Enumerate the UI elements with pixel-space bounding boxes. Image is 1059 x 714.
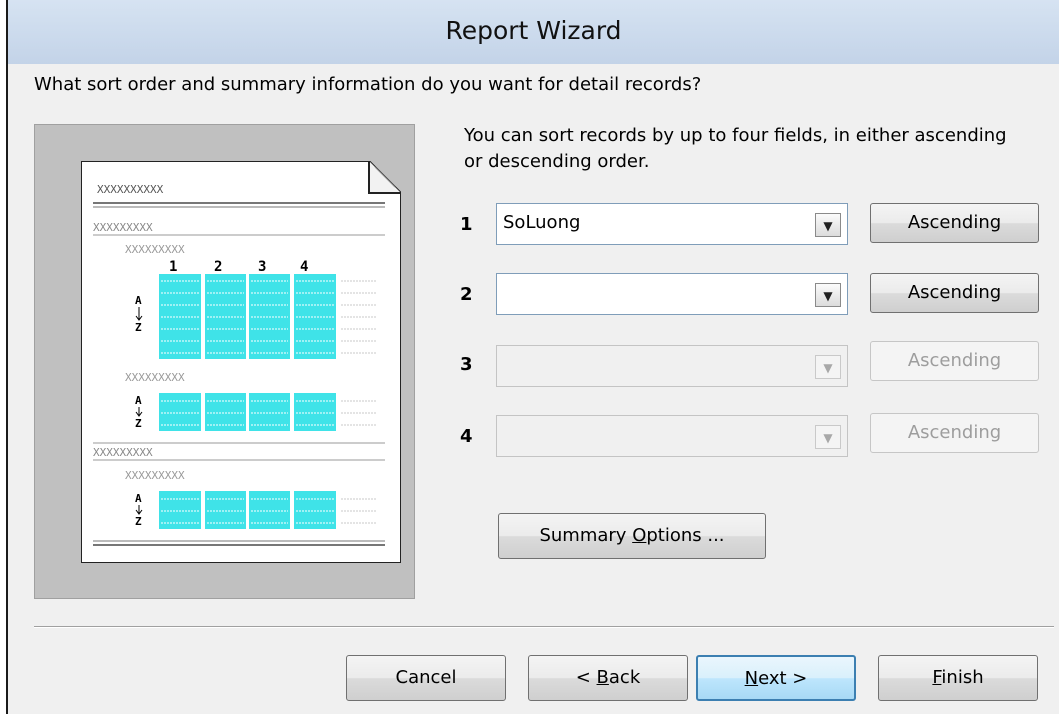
preview-subgroup-header-2: XXXXXXXXX <box>125 371 185 384</box>
sort-field-number-1: 1 <box>460 214 473 235</box>
sort-order-4-button[interactable]: Ascending <box>870 413 1039 453</box>
preview-sort-a-1: A <box>135 294 142 307</box>
sort-field-4-select[interactable]: ▼ <box>496 415 848 457</box>
preview-sort-a-2: A <box>135 394 142 407</box>
report-wizard-window: Report Wizard What sort order and summar… <box>6 0 1059 714</box>
chevron-down-icon[interactable]: ▼ <box>815 283 841 307</box>
back-mnemonic: B <box>596 667 609 688</box>
next-button[interactable]: Next > <box>696 655 856 701</box>
chevron-down-icon[interactable]: ▼ <box>815 213 841 237</box>
preview-sort-a-3: A <box>135 492 142 505</box>
sort-field-1-value: SoLuong <box>503 212 581 233</box>
chevron-down-icon[interactable]: ▼ <box>815 355 841 379</box>
sort-hint-text: You can sort records by up to four field… <box>464 125 1007 172</box>
footer-divider <box>34 626 1054 628</box>
summary-options-button[interactable]: Summary Options ... <box>498 513 766 559</box>
chevron-down-icon[interactable]: ▼ <box>815 425 841 449</box>
window-title: Report Wizard <box>445 16 622 45</box>
sort-order-1-button[interactable]: Ascending <box>870 203 1039 243</box>
report-preview-illustration: XXXXXXXXXX XXXXXXXXX XXXXXXXXX 1 2 3 4 A… <box>81 161 401 563</box>
sort-field-number-2: 2 <box>460 284 473 305</box>
preview-sort-z-2: Z <box>135 417 142 430</box>
preview-subgroup-header: XXXXXXXXX <box>125 243 185 256</box>
sort-field-2-select[interactable]: ▼ <box>496 273 848 315</box>
summary-options-label-pre: Summary <box>539 525 633 546</box>
sort-field-3-select[interactable]: ▼ <box>496 345 848 387</box>
back-label-post: ack <box>608 667 641 688</box>
cancel-button[interactable]: Cancel <box>346 655 506 701</box>
report-preview-panel: XXXXXXXXXX XXXXXXXXX XXXXXXXXX 1 2 3 4 A… <box>34 124 415 599</box>
preview-report-title: XXXXXXXXXX <box>97 183 164 196</box>
preview-sort-z-1: Z <box>135 321 142 334</box>
sort-field-1-select[interactable]: SoLuong ▼ <box>496 203 848 245</box>
summary-options-label-post: ptions ... <box>646 525 725 546</box>
preview-group-header: XXXXXXXXX <box>93 221 153 234</box>
wizard-question: What sort order and summary information … <box>34 74 702 95</box>
finish-label-post: inish <box>941 667 984 688</box>
sort-field-number-3: 3 <box>460 354 473 375</box>
next-mnemonic: N <box>744 668 759 689</box>
finish-button[interactable]: Finish <box>878 655 1038 701</box>
preview-subgroup-header-3: XXXXXXXXX <box>125 469 185 482</box>
preview-col-2: 2 <box>214 259 222 275</box>
next-label-post: ext > <box>758 668 808 689</box>
preview-group-header-2: XXXXXXXXX <box>93 446 153 459</box>
title-bar: Report Wizard <box>8 0 1059 64</box>
preview-sort-z-3: Z <box>135 515 142 528</box>
sort-field-number-4: 4 <box>460 426 473 447</box>
back-button[interactable]: < Back <box>528 655 688 701</box>
preview-col-3: 3 <box>258 259 266 275</box>
back-label-pre: < <box>575 667 597 688</box>
sort-order-2-button[interactable]: Ascending <box>870 273 1039 313</box>
preview-col-4: 4 <box>300 259 308 275</box>
summary-options-mnemonic: O <box>632 525 647 546</box>
sort-order-3-button[interactable]: Ascending <box>870 341 1039 381</box>
preview-col-1: 1 <box>169 259 177 275</box>
